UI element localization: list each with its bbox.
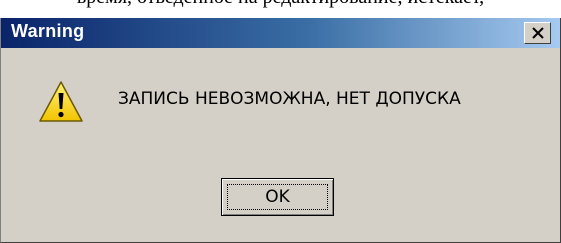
background-document-text: время, отведенное на редактирование, ист… <box>0 0 561 9</box>
warning-dialog: Warning ЗАПИСЬ НЕВОЗМОЖНА, НЕТ ДОПУСКА O… <box>0 18 561 243</box>
close-button[interactable] <box>524 22 551 44</box>
ok-button-label: OK <box>265 187 290 207</box>
warning-icon <box>39 81 83 122</box>
close-icon <box>532 27 544 39</box>
title-bar[interactable]: Warning <box>1 18 560 48</box>
ok-button[interactable]: OK <box>221 178 334 216</box>
dialog-title: Warning <box>11 21 85 41</box>
screen: время, отведенное на редактирование, ист… <box>0 0 561 243</box>
warning-message: ЗАПИСЬ НЕВОЗМОЖНА, НЕТ ДОПУСКА <box>118 89 461 109</box>
